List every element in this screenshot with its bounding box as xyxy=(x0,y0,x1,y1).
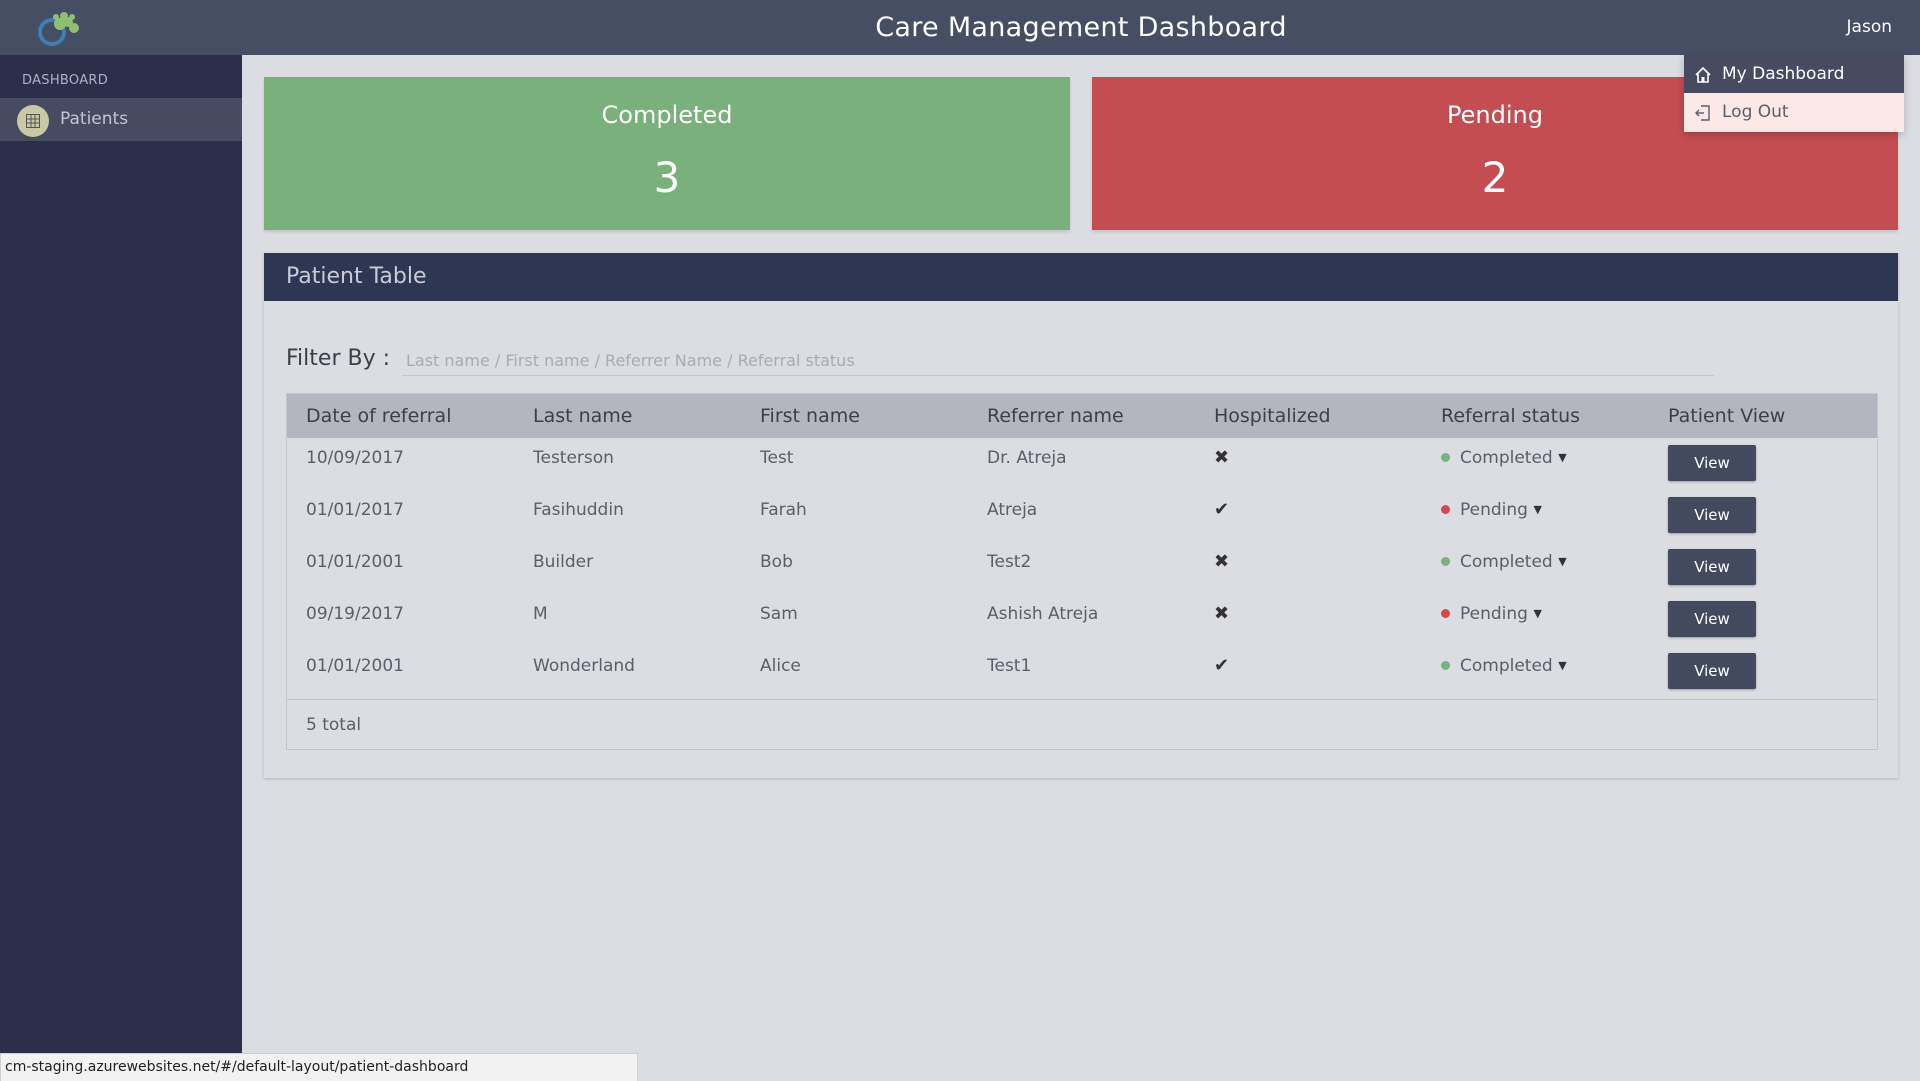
caret-down-icon: ▼ xyxy=(1558,555,1567,568)
patient-table-panel: Patient Table Filter By : Date of referr… xyxy=(264,253,1898,778)
app-logo[interactable] xyxy=(30,8,86,48)
view-patient-button[interactable]: View xyxy=(1668,601,1756,637)
view-patient-button[interactable]: View xyxy=(1668,549,1756,585)
referral-status-dropdown[interactable]: Completed ▼ xyxy=(1441,438,1567,478)
cell-last-name: Fasihuddin xyxy=(533,500,624,520)
menu-item-label: My Dashboard xyxy=(1722,64,1845,84)
cell-date: 10/09/2017 xyxy=(306,448,404,468)
table-icon xyxy=(17,105,49,137)
page-title: Care Management Dashboard xyxy=(875,12,1287,43)
view-patient-button[interactable]: View xyxy=(1668,445,1756,481)
column-header-last-name[interactable]: Last name xyxy=(533,394,633,438)
user-dropdown-menu: My Dashboard Log Out xyxy=(1684,55,1904,132)
sidebar: DASHBOARD Patients xyxy=(0,55,242,1080)
panel-title: Patient Table xyxy=(286,264,427,289)
cell-first-name: Farah xyxy=(760,500,807,520)
cell-referrer: Dr. Atreja xyxy=(987,448,1067,468)
menu-item-my-dashboard[interactable]: My Dashboard xyxy=(1684,55,1904,93)
status-label: Completed xyxy=(1460,448,1553,468)
view-patient-button[interactable]: View xyxy=(1668,653,1756,689)
cell-referrer: Test2 xyxy=(987,552,1032,572)
cell-first-name: Alice xyxy=(760,656,801,676)
sidebar-item-patients[interactable]: Patients xyxy=(0,98,242,141)
logout-icon xyxy=(1694,104,1712,122)
hospitalized-icon: ✖ xyxy=(1214,603,1230,624)
caret-down-icon: ▼ xyxy=(1558,659,1567,672)
home-icon xyxy=(1694,66,1712,84)
status-dot-icon xyxy=(1441,556,1450,566)
status-label: Pending xyxy=(1460,500,1528,520)
sidebar-item-label: Patients xyxy=(60,109,129,129)
total-count: 5 total xyxy=(306,715,362,735)
caret-down-icon: ▼ xyxy=(1533,503,1542,516)
cell-last-name: Builder xyxy=(533,552,594,572)
user-menu-button[interactable]: Jason xyxy=(1847,0,1892,55)
table-row: 10/09/2017 Testerson Test Dr. Atreja ✖ C… xyxy=(287,438,1877,490)
filter-label: Filter By : xyxy=(286,346,390,371)
status-label: Completed xyxy=(1460,656,1553,676)
cell-last-name: M xyxy=(533,604,548,624)
status-dot-icon xyxy=(1441,504,1450,514)
status-dot-icon xyxy=(1441,608,1450,618)
table-row: 01/01/2001 Builder Bob Test2 ✖ Completed… xyxy=(287,542,1877,594)
status-dot-icon xyxy=(1441,660,1450,670)
completed-card: Completed 3 xyxy=(264,77,1070,230)
panel-header: Patient Table xyxy=(264,253,1898,301)
cell-first-name: Test xyxy=(760,448,794,468)
hospitalized-icon: ✖ xyxy=(1214,447,1230,468)
filter-input[interactable] xyxy=(402,345,1714,376)
column-header-first-name[interactable]: First name xyxy=(760,394,860,438)
hospitalized-icon: ✔ xyxy=(1214,499,1230,520)
patient-table: Date of referral Last name First name Re… xyxy=(286,393,1878,750)
cell-date: 01/01/2017 xyxy=(306,500,404,520)
hospitalized-icon: ✖ xyxy=(1214,551,1230,572)
top-header: Care Management Dashboard Jason xyxy=(0,0,1920,55)
cell-last-name: Wonderland xyxy=(533,656,635,676)
cell-first-name: Sam xyxy=(760,604,798,624)
view-patient-button[interactable]: View xyxy=(1668,497,1756,533)
referral-status-dropdown[interactable]: Pending ▼ xyxy=(1441,490,1542,530)
menu-item-label: Log Out xyxy=(1722,102,1789,122)
caret-down-icon: ▼ xyxy=(1558,451,1567,464)
status-label: Completed xyxy=(1460,552,1553,572)
cell-first-name: Bob xyxy=(760,552,793,572)
status-dot-icon xyxy=(1441,452,1450,462)
referral-status-dropdown[interactable]: Completed ▼ xyxy=(1441,542,1567,582)
hospitalized-icon: ✔ xyxy=(1214,655,1230,676)
table-row: 01/01/2001 Wonderland Alice Test1 ✔ Comp… xyxy=(287,646,1877,698)
column-header-hospitalized[interactable]: Hospitalized xyxy=(1214,394,1331,438)
cell-date: 09/19/2017 xyxy=(306,604,404,624)
completed-card-value: 3 xyxy=(653,153,681,202)
column-header-referrer[interactable]: Referrer name xyxy=(987,394,1124,438)
status-label: Pending xyxy=(1460,604,1528,624)
sidebar-heading: DASHBOARD xyxy=(22,73,109,88)
cell-last-name: Testerson xyxy=(533,448,614,468)
completed-card-title: Completed xyxy=(601,101,733,129)
column-header-referral-status[interactable]: Referral status xyxy=(1441,394,1580,438)
cell-referrer: Test1 xyxy=(987,656,1032,676)
table-footer: 5 total xyxy=(287,699,1877,750)
caret-down-icon: ▼ xyxy=(1533,607,1542,620)
pending-card-value: 2 xyxy=(1481,153,1509,202)
cell-date: 01/01/2001 xyxy=(306,552,404,572)
column-header-date[interactable]: Date of referral xyxy=(306,394,451,438)
cell-referrer: Atreja xyxy=(987,500,1038,520)
table-row: 09/19/2017 M Sam Ashish Atreja ✖ Pending… xyxy=(287,594,1877,646)
column-header-patient-view: Patient View xyxy=(1668,405,1786,427)
referral-status-dropdown[interactable]: Completed ▼ xyxy=(1441,646,1567,686)
referral-status-dropdown[interactable]: Pending ▼ xyxy=(1441,594,1542,634)
table-row: 01/01/2017 Fasihuddin Farah Atreja ✔ Pen… xyxy=(287,490,1877,542)
status-url-text: cm-staging.azurewebsites.net/#/default-l… xyxy=(5,1059,469,1075)
menu-item-log-out[interactable]: Log Out xyxy=(1684,93,1904,132)
cell-date: 01/01/2001 xyxy=(306,656,404,676)
cell-referrer: Ashish Atreja xyxy=(987,604,1099,624)
table-header-row: Date of referral Last name First name Re… xyxy=(287,394,1877,438)
status-url-bar: cm-staging.azurewebsites.net/#/default-l… xyxy=(0,1053,638,1081)
